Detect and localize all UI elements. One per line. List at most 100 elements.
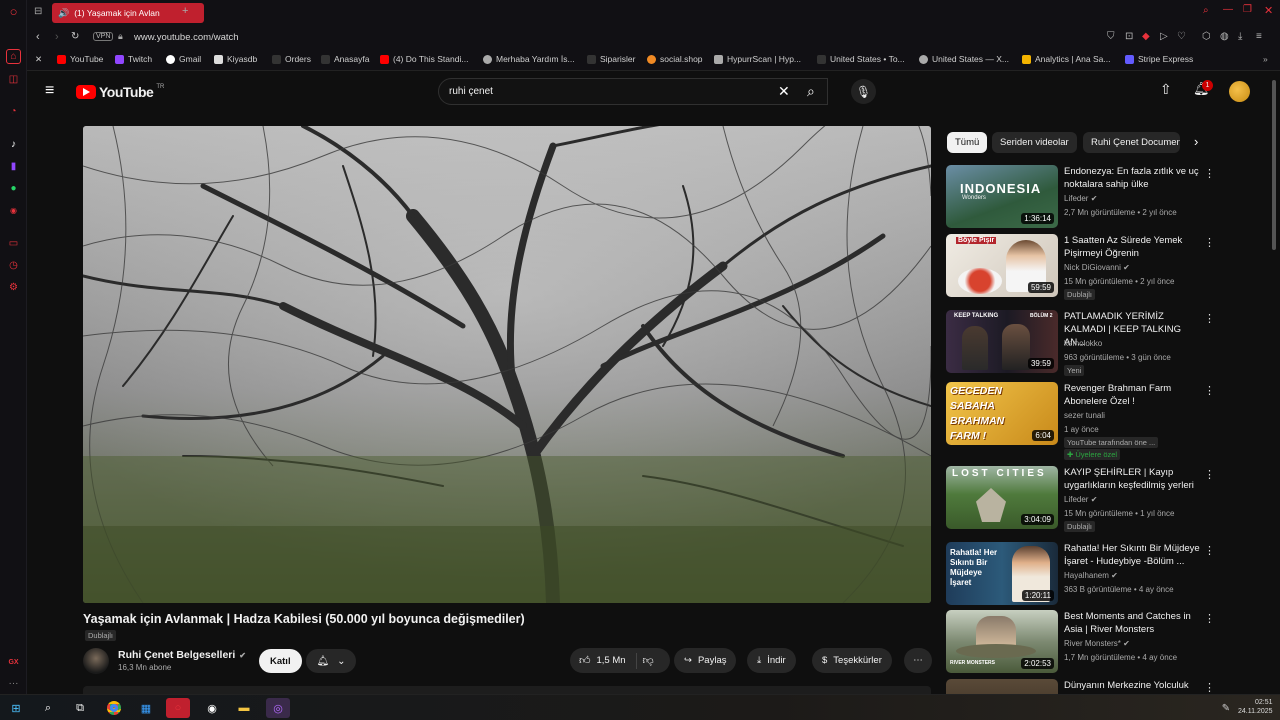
more-vertical-icon[interactable]: ⋮ (1204, 681, 1215, 694)
like-icon[interactable]: 👍︎ (579, 654, 591, 667)
system-clock[interactable]: 02:51 24.11.2025 (1238, 698, 1273, 716)
more-vertical-icon[interactable]: ⋮ (1204, 167, 1215, 180)
more-vertical-icon[interactable]: ⋮ (1204, 468, 1215, 481)
profile-icon[interactable]: ◍ (1220, 31, 1229, 42)
hamburger-menu-icon[interactable]: ≡ (45, 82, 54, 100)
bookmark-item[interactable]: United States • To... (817, 54, 905, 64)
bookmark-item[interactable]: United States — X... (919, 54, 1009, 64)
play-icon[interactable]: ▷ (1160, 31, 1168, 42)
list-item[interactable]: GECEDEN SABAHA BRAHMAN FARM ! 6:04 Reven… (946, 382, 1266, 460)
speaker-icon[interactable]: 🔊 (58, 8, 69, 19)
snapshot-icon[interactable]: ⛉ (1107, 31, 1115, 42)
twitch-icon[interactable]: ▮ (6, 159, 21, 174)
bookmark-item[interactable]: Merhaba Yardım İs... (483, 54, 575, 64)
reload-icon[interactable]: ↻ (71, 31, 79, 42)
bookmark-item[interactable]: Stripe Express (1125, 54, 1193, 64)
download-button[interactable]: ⤓ İndir (747, 648, 796, 673)
clear-search-icon[interactable]: ✕ (778, 83, 790, 100)
chevron-right-icon[interactable]: › (1194, 134, 1198, 149)
more-vertical-icon[interactable]: ⋮ (1204, 384, 1215, 397)
thumbnail[interactable]: Böyle Pişir 59:59 (946, 234, 1058, 297)
menu-icon[interactable]: ≡ (1256, 31, 1262, 42)
home-icon[interactable]: ⌂ (6, 49, 21, 64)
thumbnail[interactable]: INDONESIA Wonders 1:36:14 (946, 165, 1058, 228)
thanks-button[interactable]: $ Teşekkürler (812, 648, 892, 673)
video-player[interactable] (83, 126, 931, 603)
url-field[interactable]: www.youtube.com/watch (134, 32, 239, 43)
vpn-badge[interactable]: VPN (93, 32, 114, 41)
thumbnail[interactable]: LOST CITIES 3:04:09 (946, 466, 1058, 529)
bookmark-item[interactable]: Anasayfa (321, 54, 369, 64)
more-actions-button[interactable]: ⋯ (904, 648, 932, 673)
thumbnail[interactable]: KEEP TALKING BÖLÜM 2 39:59 (946, 310, 1058, 373)
list-item[interactable]: Dünyanın Merkezine Yolculuk ⋮ (946, 679, 1266, 694)
thumbnail[interactable]: RIVER MONSTERS 2:02:53 (946, 610, 1058, 673)
bookmark-item[interactable]: Siparisler (587, 54, 635, 64)
extensions-icon[interactable]: ⬡ (1202, 31, 1211, 42)
bookmark-item[interactable]: social.shop (647, 54, 703, 64)
youtube-music-icon[interactable]: ◉ (6, 203, 21, 218)
chip-ruhi-cenet[interactable]: Ruhi Çenet Documen (1083, 132, 1180, 153)
subscribe-bell-button[interactable]: 🔔︎ ⌄ (306, 649, 356, 673)
close-window-button[interactable]: ✕ (1264, 4, 1273, 17)
obs-icon[interactable]: ◉ (202, 698, 222, 718)
back-icon[interactable]: ‹ (36, 31, 40, 43)
avatar[interactable] (1229, 81, 1250, 102)
channel-name-row[interactable]: Ruhi Çenet Belgeselleri ✔ (118, 649, 246, 661)
join-button[interactable]: Katıl (259, 649, 302, 673)
more-vertical-icon[interactable]: ⋮ (1204, 312, 1215, 325)
speed-dial-icon[interactable]: ◔ (6, 104, 21, 119)
thumbnail[interactable]: GECEDEN SABAHA BRAHMAN FARM ! 6:04 (946, 382, 1058, 445)
bookmark-item[interactable]: HypurrScan | Hyp... (714, 54, 801, 64)
folder-icon[interactable]: ▭ (6, 236, 21, 251)
more-vertical-icon[interactable]: ⋮ (1204, 612, 1215, 625)
list-item[interactable]: Böyle Pişir 59:59 1 Saatten Az Sürede Ye… (946, 234, 1266, 300)
thumbnail[interactable] (946, 679, 1058, 694)
list-item[interactable]: Rahatla! Her Sıkıntı Bir Müjdeye İşaret … (946, 542, 1266, 608)
search-tabs-icon[interactable]: ⌕ (1203, 5, 1209, 16)
gaming-icon[interactable]: ◫ (6, 72, 21, 87)
bookmarks-overflow-icon[interactable]: » (1263, 54, 1268, 64)
list-item[interactable]: LOST CITIES 3:04:09 KAYIP ŞEHİRLER | Kay… (946, 466, 1266, 532)
x-icon[interactable]: ✕ (35, 54, 42, 65)
list-item[interactable]: KEEP TALKING BÖLÜM 2 39:59 PATLAMADIK YE… (946, 310, 1266, 376)
more-icon[interactable]: ··· (6, 676, 21, 691)
windows-start-icon[interactable]: ⊞ (6, 698, 26, 718)
chip-series[interactable]: Seriden videolar (992, 132, 1077, 153)
like-count[interactable]: 1,5 Mn (597, 655, 626, 666)
lock-icon[interactable]: 🔒︎ (118, 31, 123, 42)
youtube-logo[interactable]: YouTube TR (76, 84, 164, 100)
opera-gx-icon[interactable]: ○ (166, 698, 190, 718)
bookmark-item[interactable]: Analytics | Ana Sa... (1022, 54, 1110, 64)
more-vertical-icon[interactable]: ⋮ (1204, 236, 1215, 249)
upload-icon[interactable]: ⇧ (1160, 81, 1172, 98)
search-icon[interactable]: ⌕ (38, 698, 58, 718)
pen-icon[interactable]: ✎ (1216, 698, 1236, 718)
minimize-button[interactable]: — (1223, 4, 1233, 15)
history-icon[interactable]: ◷ (6, 258, 21, 273)
whatsapp-icon[interactable]: ● (6, 181, 21, 196)
description-box[interactable] (83, 686, 931, 694)
download-icon[interactable]: ⤓ (1238, 31, 1242, 42)
file-explorer-icon[interactable]: ▬ (234, 698, 254, 718)
tab-menu-icon[interactable]: ⊟ (34, 6, 42, 17)
bookmark-item[interactable]: Kiyasdb (214, 54, 257, 64)
bookmark-item[interactable]: Orders (272, 54, 311, 64)
dislike-icon[interactable]: 👎︎ (643, 654, 654, 667)
maximize-button[interactable]: ❐ (1243, 4, 1252, 15)
tiktok-icon[interactable]: ♪ (6, 137, 21, 152)
voice-search-icon[interactable]: 🎙︎ (851, 79, 876, 104)
forward-icon[interactable]: › (55, 31, 59, 43)
chrome-icon[interactable] (104, 698, 124, 718)
task-view-icon[interactable]: ⧉ (70, 698, 90, 718)
list-item[interactable]: RIVER MONSTERS 2:02:53 Best Moments and … (946, 610, 1266, 676)
thumbnail[interactable]: Rahatla! Her Sıkıntı Bir Müjdeye İşaret … (946, 542, 1058, 605)
new-tab-button[interactable]: + (182, 5, 188, 17)
heart-icon[interactable]: ♡ (1177, 31, 1186, 42)
shield-icon[interactable]: ◆ (1142, 31, 1150, 42)
bookmark-item[interactable]: (4) Do This Standi... (380, 54, 468, 64)
opera-icon[interactable]: ◎ (266, 698, 290, 718)
calculator-icon[interactable]: ▦ (136, 698, 156, 718)
bookmark-item[interactable]: Twitch (115, 54, 152, 64)
more-vertical-icon[interactable]: ⋮ (1204, 544, 1215, 557)
